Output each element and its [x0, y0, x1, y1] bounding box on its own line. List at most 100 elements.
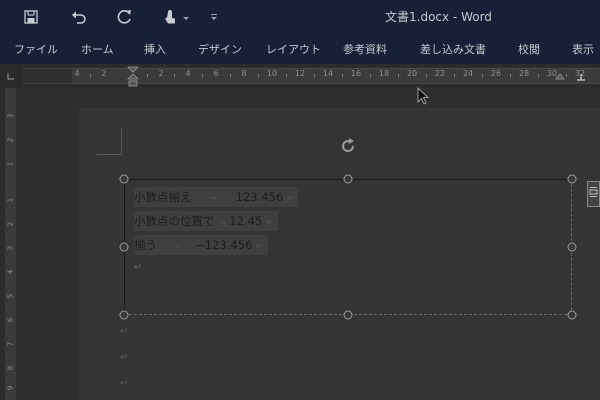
ruler-tick [510, 74, 511, 77]
line-value: 12.45 [229, 214, 263, 228]
ruler-label: 2 [101, 69, 107, 78]
ruler-label: 12 [294, 69, 306, 78]
ruler-tick [370, 74, 371, 77]
ruler-tick [90, 74, 91, 77]
ruler-label: 22 [434, 69, 446, 78]
window-title: 文書1.docx - Word [385, 10, 492, 24]
first-line-indent-marker[interactable] [127, 66, 139, 88]
resize-handle-top-right[interactable] [567, 174, 577, 184]
vruler-label: 2 [6, 221, 15, 227]
vruler-label: 9 [6, 385, 15, 391]
resize-handle-top[interactable] [343, 174, 353, 184]
body-paragraph-mark: ↵ [120, 352, 129, 363]
empty-paragraph-mark: ↵ [134, 262, 143, 273]
ruler-tick [398, 74, 399, 77]
ruler-tick [566, 74, 567, 77]
ruler-label: 28 [518, 69, 530, 78]
vruler-label: 1 [6, 197, 15, 203]
paragraph-mark: ↵ [286, 194, 295, 204]
title-bar: 文書1.docx - Word [0, 0, 600, 34]
vruler-label: 8 [6, 365, 15, 371]
vruler-label: 3 [6, 245, 15, 251]
line-value: 123.456 [235, 190, 284, 204]
page-margin-corner-mark [97, 128, 122, 155]
layout-options-button[interactable] [587, 181, 600, 207]
vruler-label: 7 [6, 341, 15, 347]
tab-mark: → [208, 194, 217, 204]
ruler-label: 4 [185, 69, 191, 78]
ruler-label: 10 [266, 69, 278, 78]
paragraph-mark: ↵ [256, 242, 264, 252]
vruler-label: 3 [6, 113, 15, 119]
mouse-pointer-icon [417, 87, 430, 105]
resize-handle-top-left[interactable] [119, 174, 129, 184]
ruler-tick [426, 74, 427, 77]
ruler-label: 20 [406, 69, 418, 78]
save-icon[interactable] [20, 7, 42, 27]
ruler-tick [538, 74, 539, 77]
ruler-label: 16 [350, 69, 362, 78]
ruler-tick [454, 74, 455, 77]
ribbon-tab-bar: ファイル ホーム 挿入 デザイン レイアウト 参考資料 差し込み文書 校閲 表示 [0, 34, 600, 65]
ruler-tick [174, 74, 175, 77]
rotate-handle-icon[interactable] [338, 136, 358, 156]
tab-mark: → [218, 218, 226, 228]
vertical-ruler[interactable]: 3 2 1 1 2 3 4 5 6 7 8 9 [0, 88, 22, 400]
line-text: 小数点揃え [134, 190, 192, 204]
vruler-label: 6 [6, 317, 15, 323]
horizontal-ruler[interactable]: 4 2 2 4 6 8 10 12 14 16 18 20 22 24 26 2… [22, 64, 600, 88]
tab-mark: → [172, 242, 180, 252]
resize-handle-bottom[interactable] [343, 310, 353, 320]
ruler-left-margin [22, 68, 72, 84]
ruler-label: 14 [322, 69, 334, 78]
tab-selector[interactable] [0, 64, 23, 88]
tab-review[interactable]: 校閲 [518, 41, 540, 57]
tab-layout[interactable]: レイアウト [266, 41, 321, 57]
tab-view[interactable]: 表示 [572, 41, 594, 57]
tab-insert[interactable]: 挿入 [144, 41, 166, 57]
ruler-label: 2 [158, 69, 164, 78]
tab-references[interactable]: 参考資料 [343, 41, 387, 57]
line-value: −123.456 [195, 238, 253, 252]
vruler-label: 2 [6, 137, 15, 143]
resize-handle-right[interactable] [567, 242, 577, 252]
vruler-label: 5 [6, 293, 15, 299]
customize-qat-icon[interactable] [206, 7, 222, 27]
ruler-label: 6 [213, 69, 219, 78]
undo-icon[interactable] [68, 7, 90, 27]
tab-design[interactable]: デザイン [198, 41, 242, 57]
ruler-tick [482, 74, 483, 77]
ruler-tick [258, 74, 259, 77]
redo-icon[interactable] [114, 7, 136, 27]
decimal-tab-marker[interactable] [577, 74, 585, 82]
tab-file[interactable]: ファイル [14, 41, 58, 57]
tab-home[interactable]: ホーム [81, 41, 114, 57]
ruler-tick [147, 74, 148, 77]
ruler-tick [342, 74, 343, 77]
paragraph-mark: ↵ [265, 218, 274, 228]
resize-handle-bottom-right[interactable] [567, 310, 577, 320]
text-line-1[interactable]: 小数点揃え → 123.456 ↵ [134, 187, 299, 207]
ruler-tick [286, 74, 287, 77]
vruler-label: 4 [6, 269, 15, 275]
ruler-label: 26 [490, 69, 502, 78]
tab-mailings[interactable]: 差し込み文書 [420, 41, 486, 57]
body-paragraph-mark: ↵ [120, 378, 129, 389]
right-indent-marker[interactable] [555, 66, 565, 86]
ruler-label: 4 [74, 69, 80, 78]
vruler-label: 1 [6, 161, 15, 167]
line-text: 小数点の位置で [134, 214, 215, 228]
text-line-2[interactable]: 小数点の位置で → 12.45 ↵ [134, 211, 278, 231]
body-paragraph-mark: ↵ [120, 326, 129, 337]
ruler-label: 8 [241, 69, 247, 78]
ruler-label: 24 [462, 69, 474, 78]
resize-handle-bottom-left[interactable] [119, 310, 129, 320]
line-text: 揃う [134, 238, 157, 252]
ruler-tick [230, 74, 231, 77]
touch-mode-icon[interactable] [160, 7, 196, 27]
text-line-3[interactable]: 揃う → −123.456 ↵ [134, 235, 268, 255]
resize-handle-left[interactable] [119, 242, 129, 252]
ruler-tick [314, 74, 315, 77]
ruler-tick [202, 74, 203, 77]
ruler-label: 18 [378, 69, 390, 78]
